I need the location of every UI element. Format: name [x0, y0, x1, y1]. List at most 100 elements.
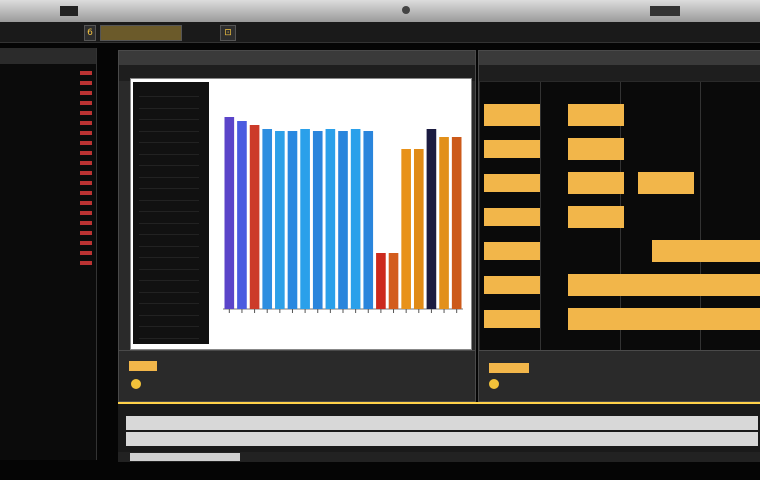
- bottom-row-2[interactable]: [126, 432, 758, 446]
- chart-bar: [338, 131, 348, 309]
- gantt-bar: [638, 172, 694, 194]
- chart-bar: [413, 149, 424, 309]
- chart-bar: [376, 253, 386, 309]
- chart-bar: [350, 129, 361, 309]
- sidebar-row[interactable]: [0, 108, 96, 118]
- legend-row: [139, 123, 199, 132]
- sidebar-row[interactable]: [0, 258, 96, 268]
- sidebar-row[interactable]: [0, 88, 96, 98]
- chart-bar: [388, 253, 399, 309]
- legend-row: [139, 203, 199, 212]
- status-led-icon: [80, 201, 92, 205]
- sidebar-row[interactable]: [0, 208, 96, 218]
- status-led-icon: [80, 181, 92, 185]
- status-led-icon: [80, 71, 92, 75]
- gantt-bar: [568, 308, 760, 330]
- gantt-gridline: [540, 82, 541, 350]
- right-footer-text: [507, 378, 607, 390]
- right-footer-tag: [489, 363, 529, 373]
- toolbar-progress: [100, 25, 182, 41]
- sidebar-row[interactable]: [0, 78, 96, 88]
- chart-bar: [287, 131, 298, 309]
- gantt-bar: [568, 104, 624, 126]
- sidebar-row[interactable]: [0, 168, 96, 178]
- legend-row: [139, 295, 199, 304]
- gantt-bar: [652, 240, 760, 262]
- chart-bar: [426, 129, 437, 309]
- toolbar-item-2[interactable]: ⊡: [220, 25, 236, 41]
- gantt-bar: [568, 172, 624, 194]
- status-led-icon: [80, 191, 92, 195]
- sidebar-row[interactable]: [0, 178, 96, 188]
- title-bar-label: [60, 6, 78, 16]
- right-panel-tab[interactable]: [479, 51, 760, 65]
- bottom-row-1[interactable]: [126, 416, 758, 430]
- legend-row: [139, 318, 199, 327]
- gantt-bar: [568, 138, 624, 160]
- camera-dot-icon: [402, 6, 410, 14]
- gantt-row-label: [484, 242, 540, 260]
- legend-row: [139, 192, 199, 201]
- sidebar-row[interactable]: [0, 218, 96, 228]
- status-led-icon: [80, 231, 92, 235]
- legend-row: [139, 307, 199, 316]
- status-led-icon: [80, 261, 92, 265]
- legend-row: [139, 111, 199, 120]
- status-segment: [130, 453, 240, 461]
- gantt-row-label: [484, 140, 540, 158]
- chart-bar: [224, 117, 235, 309]
- gantt-bar: [484, 104, 540, 126]
- gantt-row-label: [484, 276, 540, 294]
- chart-bar: [275, 131, 285, 309]
- legend-row: [139, 226, 199, 235]
- chart-bar: [451, 137, 462, 309]
- sidebar-row[interactable]: [0, 228, 96, 238]
- status-led-icon: [80, 91, 92, 95]
- status-led-icon: [80, 111, 92, 115]
- gantt-row-label: [484, 310, 540, 328]
- status-bar: [118, 452, 760, 462]
- window-controls[interactable]: [650, 6, 680, 16]
- sidebar-row[interactable]: [0, 128, 96, 138]
- left-panel-tab[interactable]: [119, 51, 475, 65]
- sidebar-row[interactable]: [0, 238, 96, 248]
- sidebar-row[interactable]: [0, 158, 96, 168]
- sidebar-row[interactable]: [0, 118, 96, 128]
- legend-row: [139, 169, 199, 178]
- sidebar-row[interactable]: [0, 138, 96, 148]
- status-led-icon: [80, 221, 92, 225]
- status-led-icon: [80, 81, 92, 85]
- status-led-icon: [80, 141, 92, 145]
- chart-bar: [363, 131, 374, 309]
- chart-bar: [401, 149, 411, 309]
- chart-bar: [439, 137, 449, 309]
- left-footer-tag: [129, 361, 157, 371]
- right-footer: [478, 350, 760, 402]
- sidebar-row[interactable]: [0, 248, 96, 258]
- legend-row: [139, 284, 199, 293]
- legend-row: [139, 215, 199, 224]
- sidebar-row[interactable]: [0, 148, 96, 158]
- chart-bar: [262, 129, 273, 309]
- left-footer: [118, 350, 476, 402]
- toolbar-item-1[interactable]: 6: [84, 25, 96, 41]
- sidebar-row[interactable]: [0, 198, 96, 208]
- sidebar: [0, 48, 97, 460]
- status-led-icon: [80, 161, 92, 165]
- legend-row: [139, 272, 199, 281]
- chart-bar: [300, 129, 310, 309]
- status-led-icon: [80, 211, 92, 215]
- legend-row: [139, 88, 199, 97]
- gantt-row-label: [484, 208, 540, 226]
- status-led-icon: [80, 121, 92, 125]
- legend-row: [139, 261, 199, 270]
- legend-row: [139, 157, 199, 166]
- sidebar-row[interactable]: [0, 188, 96, 198]
- chart-bar: [325, 129, 336, 309]
- sidebar-row[interactable]: [0, 98, 96, 108]
- legend-row: [139, 134, 199, 143]
- sidebar-row[interactable]: [0, 68, 96, 78]
- legend-row: [139, 146, 199, 155]
- status-led-icon: [80, 171, 92, 175]
- status-led-icon: [80, 151, 92, 155]
